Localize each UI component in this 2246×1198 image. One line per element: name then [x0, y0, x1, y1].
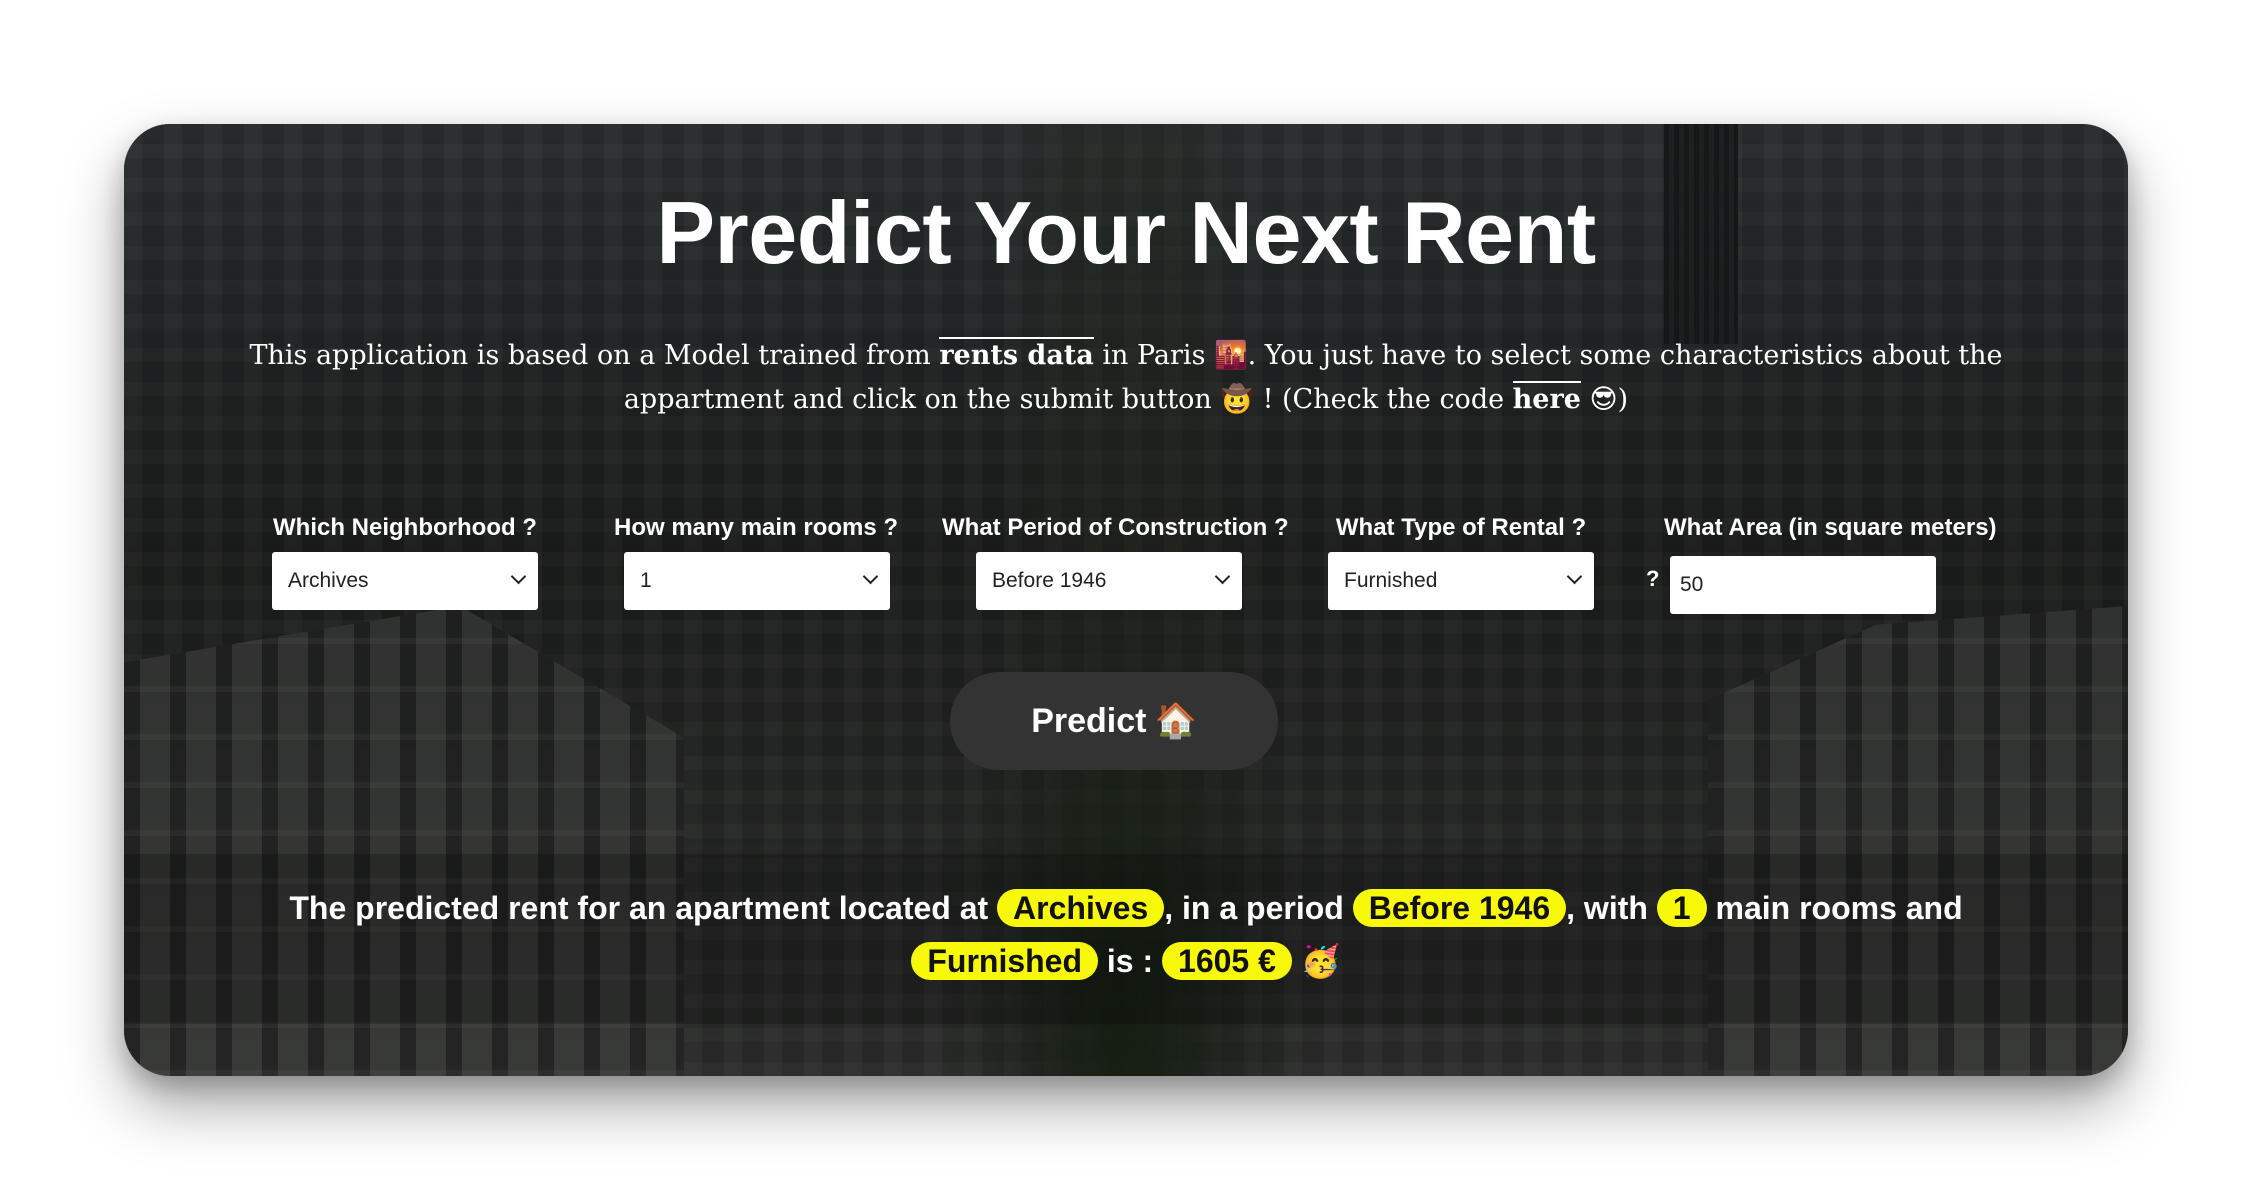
predict-button[interactable]: Predict 🏠: [950, 672, 1278, 770]
neighborhood-select-value: Archives: [288, 569, 369, 592]
area-field: What Area (in square meters) ?: [1646, 514, 1997, 614]
cowboy-emoji-icon: 🤠: [1220, 384, 1254, 415]
period-field: What Period of Construction ? Before 194…: [942, 514, 1289, 610]
rental-type-select[interactable]: Furnished: [1328, 552, 1594, 610]
chevron-down-icon: [1566, 568, 1583, 585]
intro-text-2: in Paris: [1093, 340, 1215, 371]
rental-type-label: What Type of Rental ?: [1335, 514, 1587, 541]
app-card: Predict Your Next Rent This application …: [124, 124, 2128, 1076]
area-input[interactable]: [1670, 556, 1936, 614]
chevron-down-icon: [510, 568, 527, 585]
result-text-5: is :: [1098, 943, 1163, 979]
result-period-badge: Before 1946: [1352, 889, 1567, 927]
result-text-4: main rooms and: [1706, 890, 1963, 926]
code-here-link[interactable]: here: [1512, 381, 1581, 415]
intro-text-5: ): [1617, 384, 1629, 415]
prediction-result: The predicted rent for an apartment loca…: [244, 882, 2008, 988]
main-content: Predict Your Next Rent This application …: [124, 124, 2128, 1076]
neighborhood-select[interactable]: Archives: [272, 552, 538, 610]
page-title: Predict Your Next Rent: [656, 183, 1596, 282]
predict-button-label: Predict: [1031, 701, 1147, 740]
result-rental-type-badge: Furnished: [911, 942, 1099, 980]
neighborhood-field: Which Neighborhood ? Archives: [272, 514, 538, 610]
period-select-value: Before 1946: [992, 569, 1107, 592]
rooms-field: How many main rooms ? 1: [614, 514, 898, 610]
result-neighborhood-badge: Archives: [997, 889, 1165, 927]
chevron-down-icon: [862, 568, 879, 585]
rooms-select[interactable]: 1: [624, 552, 890, 610]
intro-text: This application is based on a Model tra…: [234, 334, 2018, 422]
result-text-2: , in a period: [1164, 890, 1353, 926]
rents-data-link[interactable]: rents data: [939, 337, 1094, 371]
result-text-3: , with: [1566, 890, 1657, 926]
party-emoji-icon: 🥳: [1300, 942, 1341, 980]
neighborhood-label: Which Neighborhood ?: [273, 514, 537, 541]
period-label: What Period of Construction ?: [942, 514, 1289, 541]
area-label: What Area (in square meters): [1664, 514, 1997, 541]
cool-emoji-icon: 😎: [1589, 384, 1618, 415]
intro-text-1: This application is based on a Model tra…: [249, 340, 940, 371]
rental-type-field: What Type of Rental ? Furnished: [1328, 514, 1594, 610]
result-rooms-badge: 1: [1656, 889, 1707, 927]
result-text-1: The predicted rent for an apartment loca…: [289, 890, 998, 926]
house-emoji-icon: 🏠: [1154, 701, 1197, 741]
area-label-suffix: ?: [1646, 566, 1660, 591]
period-select[interactable]: Before 1946: [976, 552, 1242, 610]
city-emoji-icon: 🌇: [1214, 340, 1248, 371]
rental-type-select-value: Furnished: [1344, 569, 1438, 592]
rooms-select-value: 1: [640, 569, 652, 592]
result-rent-badge: 1605 €: [1162, 942, 1292, 980]
intro-text-4: ! (Check the code: [1254, 384, 1513, 415]
rooms-label: How many main rooms ?: [614, 514, 899, 541]
chevron-down-icon: [1214, 568, 1231, 585]
